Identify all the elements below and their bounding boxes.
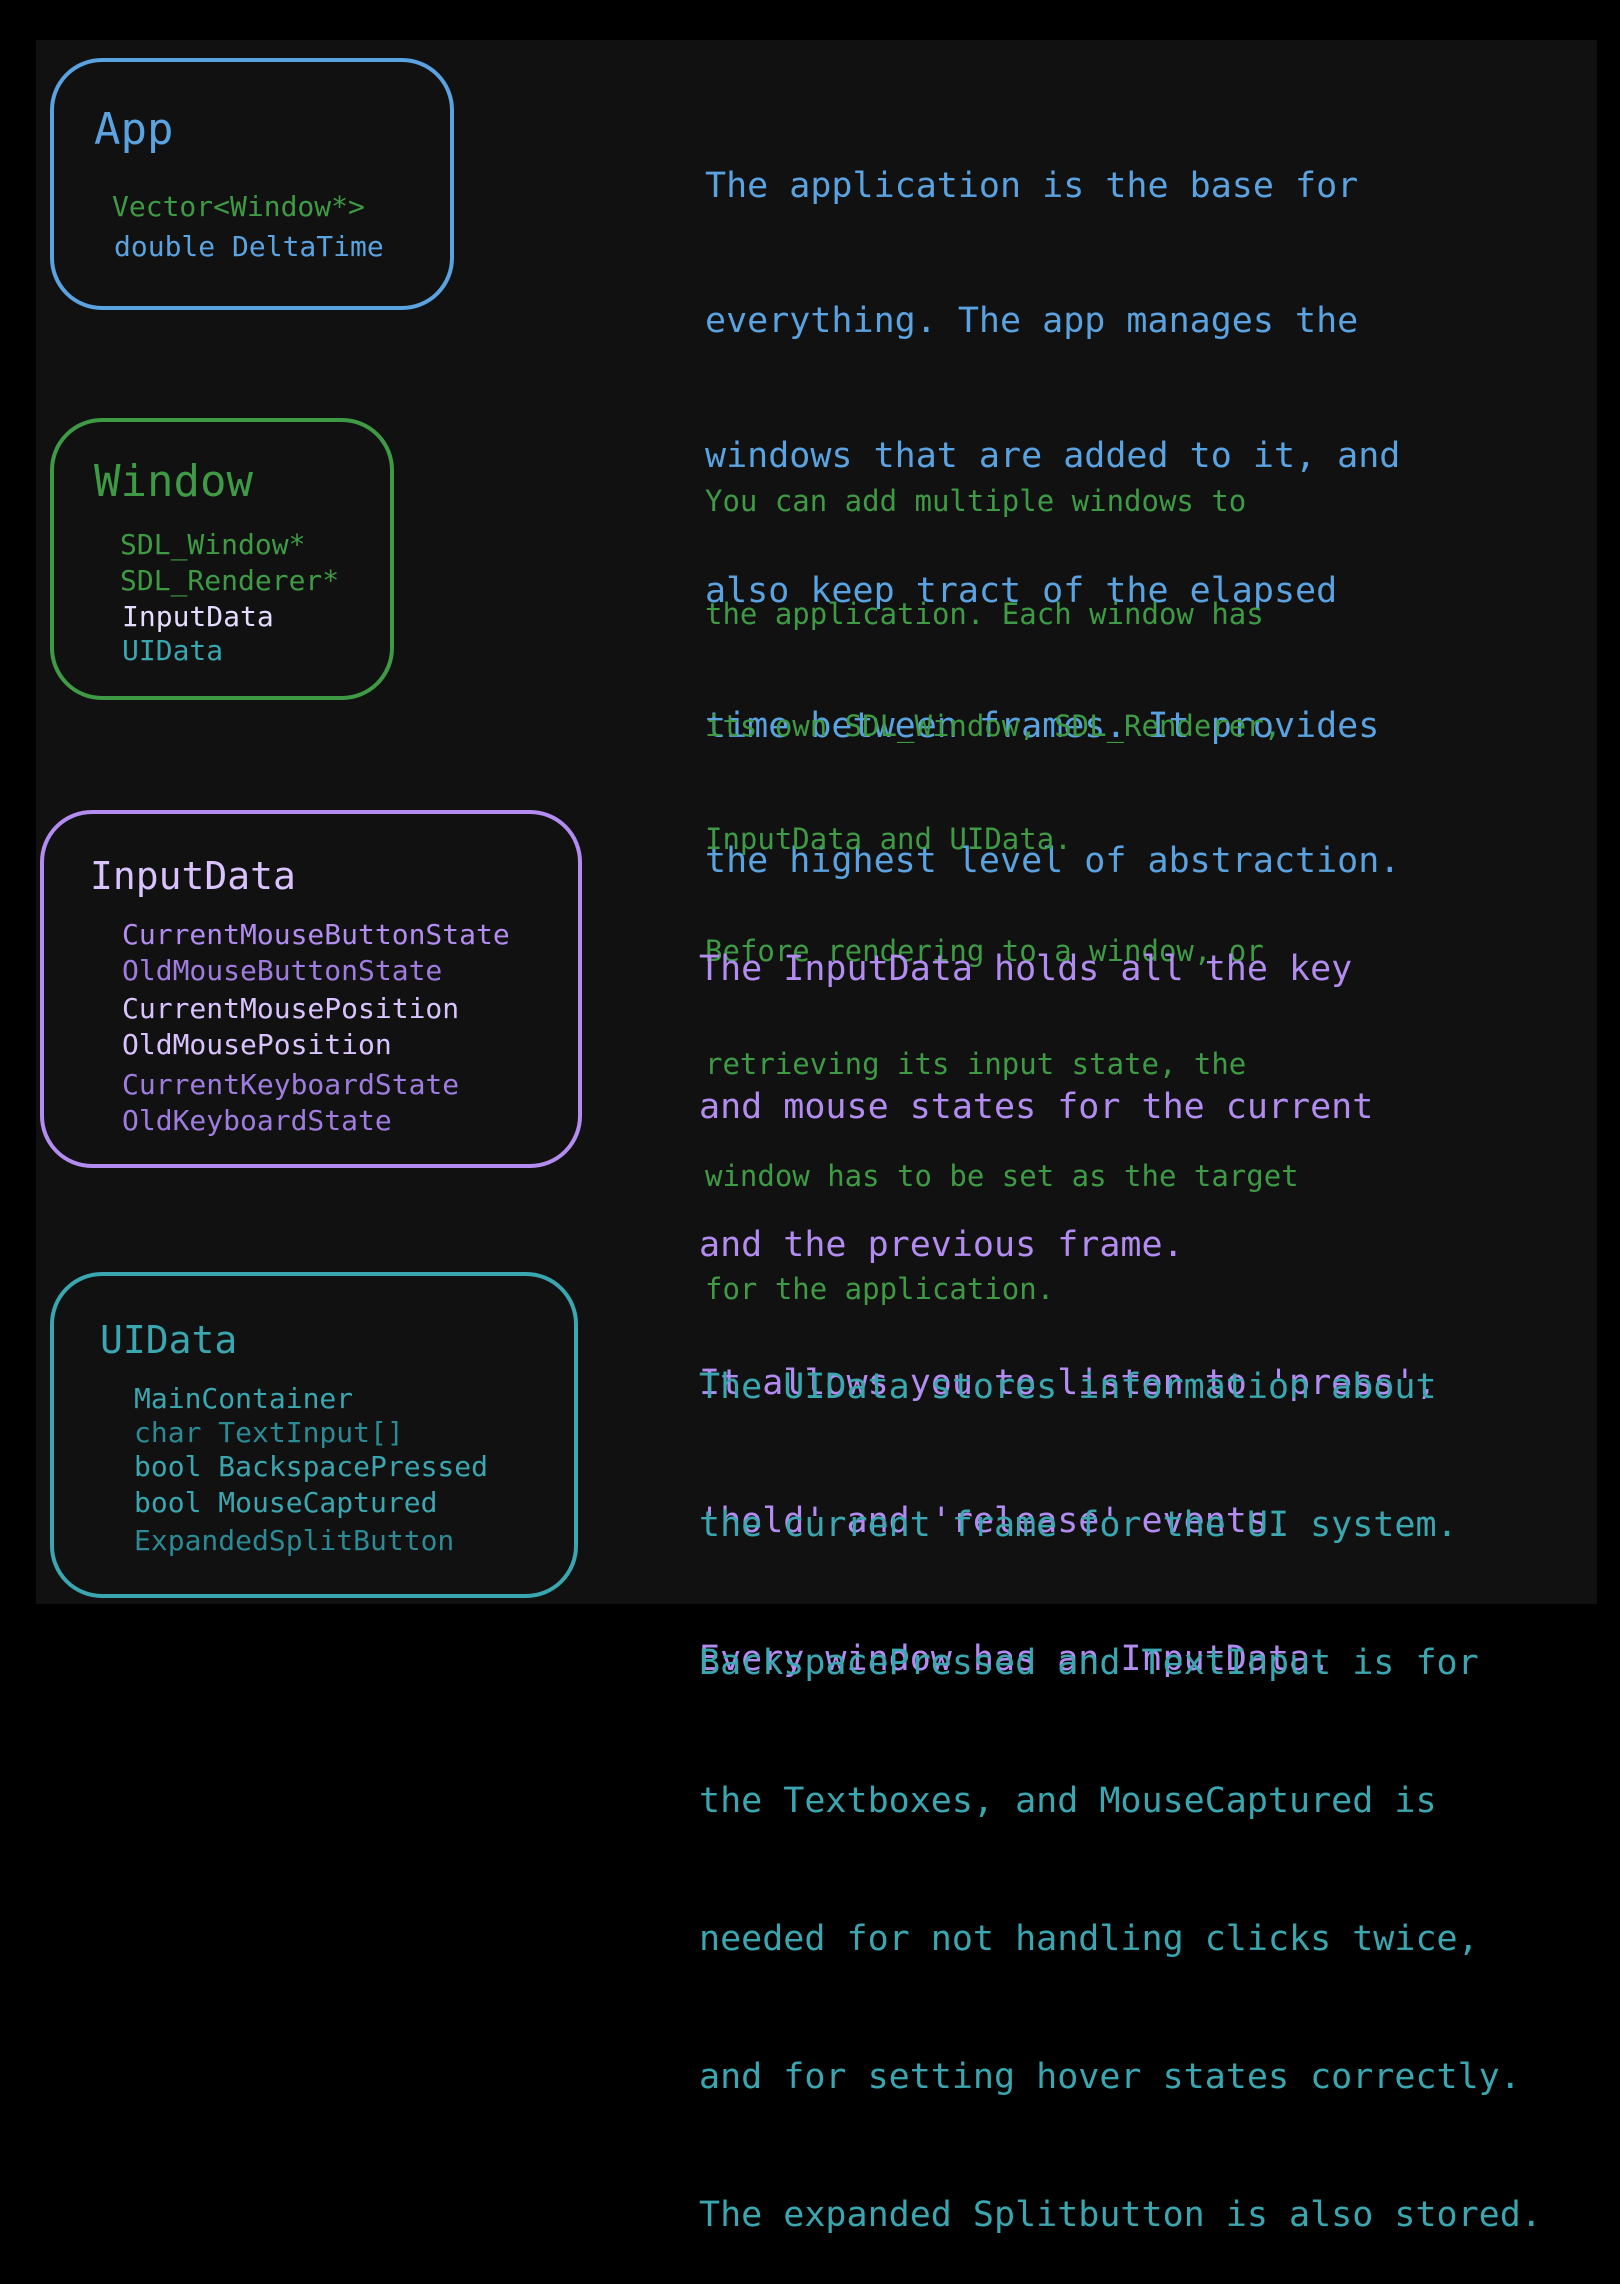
description-line: and the previous frame. (699, 1225, 1184, 1265)
description-line: the current frame for the UI system. (699, 1505, 1458, 1545)
app-title: App (94, 104, 174, 155)
app-field: double DeltaTime (114, 230, 384, 263)
window-field: InputData (122, 600, 274, 633)
description-line: and mouse states for the current (699, 1087, 1374, 1127)
description-line: The expanded Splitbutton is also stored. (699, 2195, 1542, 2235)
inputdata-field: CurrentMousePosition (122, 992, 460, 1025)
description-line: the Textboxes, and MouseCaptured is (699, 1781, 1437, 1821)
uidata-field: bool BackspacePressed (134, 1450, 489, 1483)
uidata-title: UIData (100, 1318, 238, 1362)
description-line: its own SDL_Window, SDL_Renderer, (705, 709, 1282, 743)
uidata-field: char TextInput[] (134, 1416, 404, 1449)
inputdata-field: OldKeyboardState (122, 1104, 392, 1137)
description-line: The UIData stores information about (699, 1367, 1437, 1407)
window-field: SDL_Renderer* (120, 564, 340, 597)
inputdata-field: OldMouseButtonState (122, 954, 443, 987)
description-line: You can add multiple windows to (705, 484, 1247, 518)
app-box (50, 58, 454, 310)
description-line: The InputData holds all the key (699, 949, 1353, 989)
window-title: Window (94, 456, 253, 507)
description-line: BackspacePressed and TextInput is for (699, 1643, 1479, 1683)
description-line: The application is the base for (705, 166, 1359, 206)
inputdata-field: CurrentMouseButtonState (122, 918, 510, 951)
window-field: UIData (122, 634, 224, 667)
description-line: everything. The app manages the (705, 301, 1359, 341)
description-line: InputData and UIData. (705, 821, 1072, 856)
app-field: Vector<Window*> (112, 190, 365, 223)
uidata-field: bool MouseCaptured (134, 1486, 438, 1519)
inputdata-title: InputData (90, 854, 296, 898)
description-line: and for setting hover states correctly. (699, 2057, 1521, 2097)
description-line: the application. Each window has (705, 596, 1264, 631)
inputdata-field: OldMousePosition (122, 1028, 392, 1061)
uidata-description: The UIData stores information about the … (699, 1272, 1542, 2284)
description-line: needed for not handling clicks twice, (699, 1919, 1479, 1959)
window-field: SDL_Window* (120, 528, 306, 561)
uidata-field: MainContainer (134, 1382, 354, 1415)
inputdata-field: CurrentKeyboardState (122, 1068, 460, 1101)
uidata-field: ExpandedSplitButton (134, 1524, 455, 1557)
